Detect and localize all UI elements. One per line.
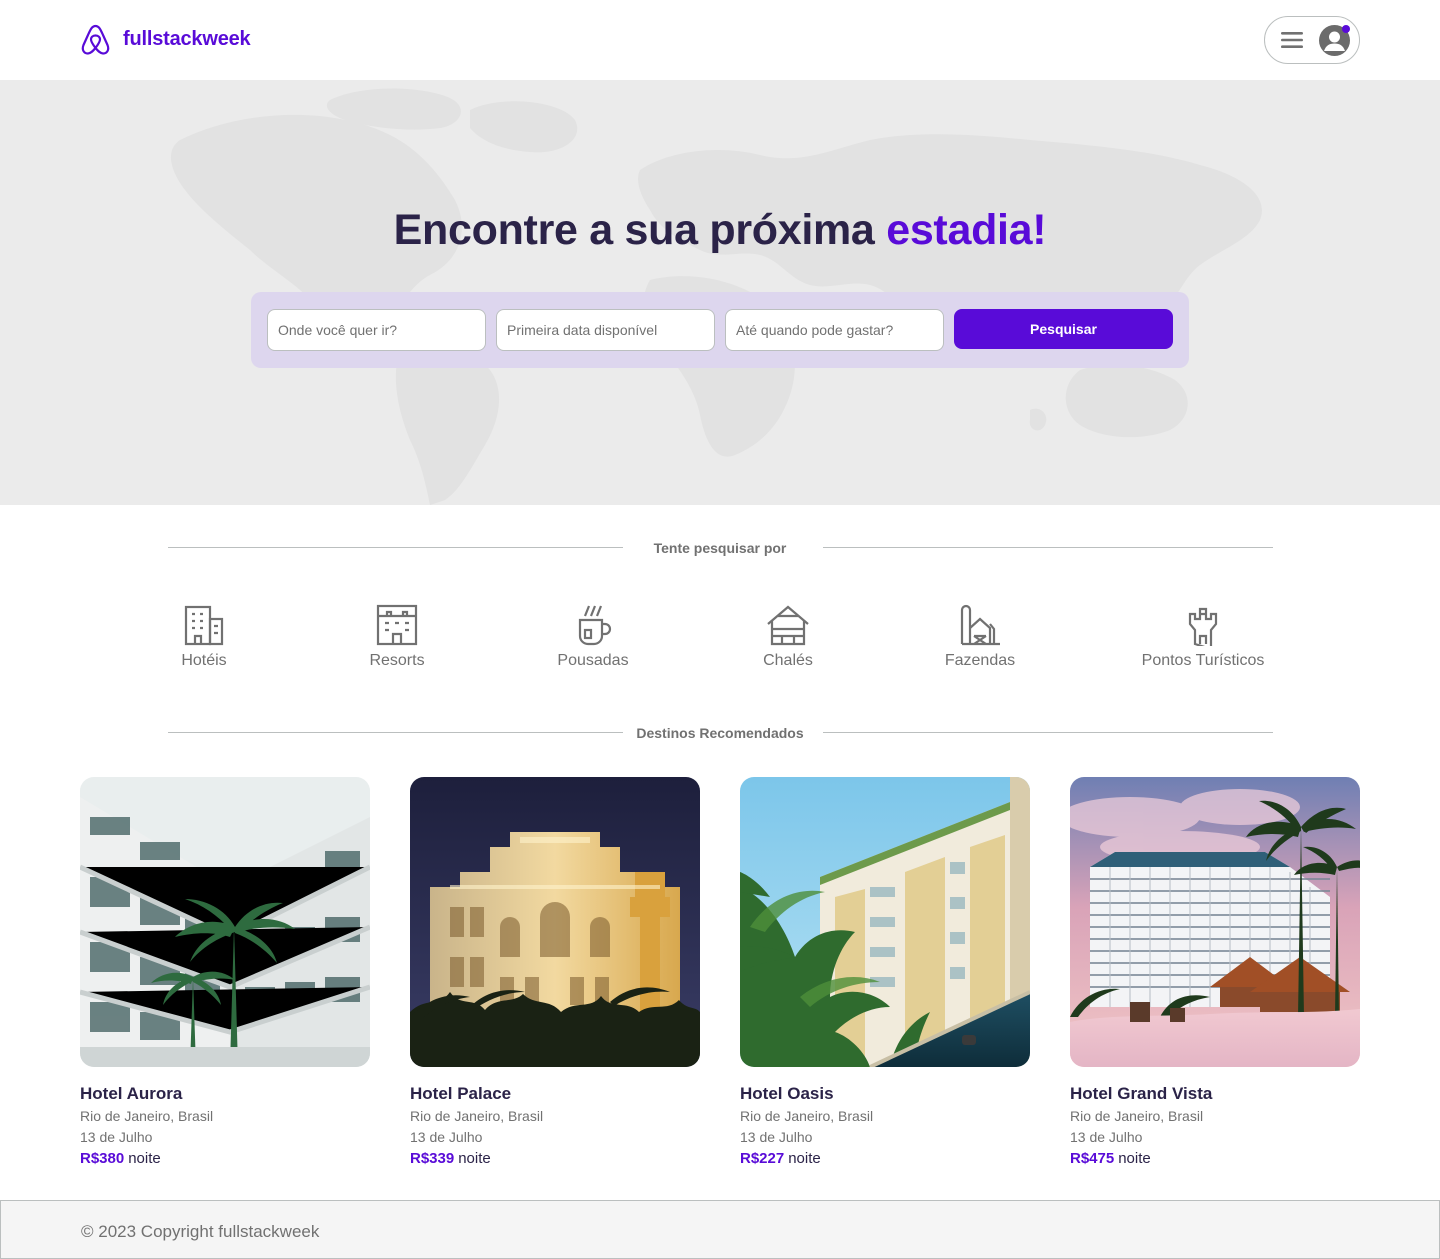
hamburger-icon — [1281, 32, 1303, 48]
trip-name: Hotel Grand Vista — [1070, 1084, 1213, 1103]
trip-card[interactable]: Hotel Oasis Rio de Janeiro, Brasil 13 de… — [740, 777, 1030, 1167]
start-date-input[interactable] — [496, 309, 715, 351]
trip-price: R$380 noite — [80, 1150, 370, 1167]
category-farms[interactable]: Fazendas — [936, 604, 1024, 670]
resort-icon — [376, 604, 418, 646]
trip-price: R$339 noite — [410, 1150, 700, 1167]
trip-location: Rio de Janeiro, Brasil — [80, 1108, 214, 1124]
recommended-title: Destinos Recomendados — [636, 725, 804, 741]
trip-date: 13 de Julho — [740, 1129, 813, 1145]
trip-card[interactable]: Hotel Palace Rio de Janeiro, Brasil 13 d… — [410, 777, 700, 1167]
header: fullstackweek — [0, 0, 1440, 80]
brand-name: fullstackweek — [123, 28, 251, 50]
inn-icon — [578, 605, 612, 646]
trip-card[interactable]: Hotel Grand Vista Rio de Janeiro, Brasil… — [1070, 777, 1360, 1167]
trip-date: 13 de Julho — [410, 1129, 483, 1145]
trip-date: 13 de Julho — [1070, 1129, 1143, 1145]
trip-price: R$227 noite — [740, 1150, 1030, 1167]
trip-name: Hotel Aurora — [80, 1084, 183, 1103]
category-label: Fazendas — [944, 652, 1016, 669]
trip-date: 13 de Julho — [80, 1129, 153, 1145]
category-resorts[interactable]: Resorts — [352, 604, 442, 670]
logo[interactable]: fullstackweek — [80, 23, 251, 56]
hero-title-main: Encontre a sua próxima — [393, 206, 875, 254]
category-chalets[interactable]: Chalés — [744, 604, 832, 670]
search-button[interactable]: Pesquisar — [954, 309, 1173, 349]
trip-name: Hotel Oasis — [740, 1084, 834, 1103]
farm-icon — [960, 604, 1000, 646]
trip-location: Rio de Janeiro, Brasil — [740, 1108, 874, 1124]
category-label: Hotéis — [181, 652, 227, 669]
price-unit: noite — [458, 1150, 491, 1167]
hero-title: Encontre a sua próxima estadia! — [0, 206, 1440, 255]
price-unit: noite — [788, 1150, 821, 1167]
category-label: Resorts — [369, 652, 425, 669]
category-label: Pousadas — [557, 652, 629, 669]
destination-input[interactable] — [267, 309, 486, 351]
price-unit: noite — [128, 1150, 161, 1167]
footer: © 2023 Copyright fullstackweek — [0, 1200, 1440, 1259]
user-menu-button[interactable] — [1264, 16, 1360, 64]
category-inns[interactable]: Pousadas — [540, 604, 646, 670]
categories-title: Tente pesquisar por — [653, 540, 787, 556]
budget-input[interactable] — [725, 309, 944, 351]
trip-image[interactable] — [1070, 777, 1360, 1067]
tourist-spot-icon — [1188, 607, 1218, 646]
trip-image[interactable] — [740, 777, 1030, 1067]
price-amount: R$475 — [1070, 1150, 1115, 1167]
trip-location: Rio de Janeiro, Brasil — [1070, 1108, 1204, 1124]
hotel-icon — [184, 605, 224, 646]
notification-dot — [1342, 25, 1350, 33]
price-amount: R$339 — [410, 1150, 455, 1167]
price-amount: R$380 — [80, 1150, 125, 1167]
category-label: Pontos Turísticos — [1141, 652, 1265, 669]
hero-title-accent: estadia! — [886, 206, 1047, 254]
trip-location: Rio de Janeiro, Brasil — [410, 1108, 544, 1124]
category-hotels[interactable]: Hotéis — [160, 604, 248, 670]
trip-card[interactable]: Hotel Aurora Rio de Janeiro, Brasil 13 d… — [80, 777, 370, 1167]
trip-price: R$475 noite — [1070, 1150, 1360, 1167]
logo-icon — [81, 24, 110, 55]
copyright-text: © 2023 Copyright fullstackweek — [81, 1222, 320, 1241]
chalet-icon — [767, 605, 809, 646]
price-amount: R$227 — [740, 1150, 785, 1167]
category-tourist-spots[interactable]: Pontos Turísticos — [1130, 604, 1276, 670]
trip-image[interactable] — [80, 777, 370, 1067]
trip-name: Hotel Palace — [410, 1084, 512, 1103]
trip-image[interactable] — [410, 777, 700, 1067]
price-unit: noite — [1118, 1150, 1151, 1167]
category-label: Chalés — [763, 652, 813, 669]
